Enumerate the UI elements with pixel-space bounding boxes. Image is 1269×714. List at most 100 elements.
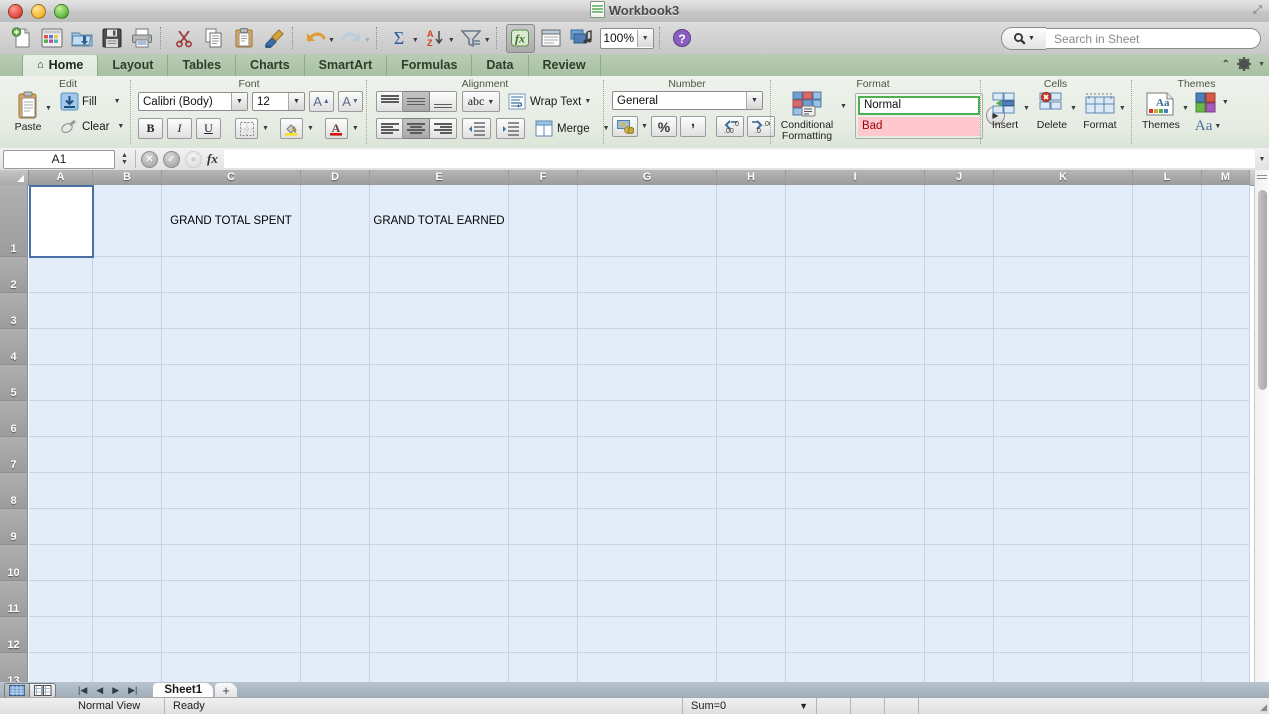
align-top-button[interactable] bbox=[376, 91, 403, 112]
cell-F9[interactable] bbox=[509, 509, 578, 545]
cell-L3[interactable] bbox=[1133, 293, 1202, 329]
cell-A5[interactable] bbox=[29, 365, 93, 401]
help-question-icon[interactable]: ? bbox=[669, 25, 696, 52]
cell-I3[interactable] bbox=[786, 293, 925, 329]
cell-B10[interactable] bbox=[93, 545, 162, 581]
cell-M7[interactable] bbox=[1202, 437, 1250, 473]
cell-K5[interactable] bbox=[994, 365, 1133, 401]
status-sum[interactable]: Sum=0 ▼ bbox=[683, 698, 817, 714]
cell-D4[interactable] bbox=[301, 329, 370, 365]
row-header-1[interactable]: 1 bbox=[0, 185, 28, 257]
cell-B2[interactable] bbox=[93, 257, 162, 293]
wrap-text-dropdown-icon[interactable]: ▼ bbox=[584, 98, 591, 105]
cell-H4[interactable] bbox=[717, 329, 786, 365]
align-center-button[interactable] bbox=[403, 118, 430, 139]
format-dropdown-icon[interactable]: ▼ bbox=[1119, 105, 1126, 112]
cell-J3[interactable] bbox=[925, 293, 994, 329]
cell-G11[interactable] bbox=[578, 581, 717, 617]
cell-H3[interactable] bbox=[717, 293, 786, 329]
align-left-button[interactable] bbox=[376, 118, 403, 139]
percent-button[interactable]: % bbox=[650, 116, 677, 137]
cell-I7[interactable] bbox=[786, 437, 925, 473]
cell-F7[interactable] bbox=[509, 437, 578, 473]
theme-fonts-dropdown-icon[interactable]: ▼ bbox=[1214, 123, 1221, 130]
cell-K10[interactable] bbox=[994, 545, 1133, 581]
cell-I9[interactable] bbox=[786, 509, 925, 545]
cell-F12[interactable] bbox=[509, 617, 578, 653]
cell-K2[interactable] bbox=[994, 257, 1133, 293]
cell-D13[interactable] bbox=[301, 653, 370, 684]
increase-decimal-icon[interactable]: .00.0 bbox=[715, 116, 744, 137]
cell-F11[interactable] bbox=[509, 581, 578, 617]
cell-B4[interactable] bbox=[93, 329, 162, 365]
column-header-J[interactable]: J bbox=[925, 170, 994, 185]
cell-D6[interactable] bbox=[301, 401, 370, 437]
conditional-formatting-dropdown-icon[interactable]: ▼ bbox=[840, 103, 847, 110]
cell-I8[interactable] bbox=[786, 473, 925, 509]
first-sheet-icon[interactable]: |◀ bbox=[78, 685, 87, 696]
cell-K13[interactable] bbox=[994, 653, 1133, 684]
column-header-C[interactable]: C bbox=[162, 170, 301, 185]
autosum-dropdown-icon[interactable]: ▼ bbox=[412, 37, 419, 44]
filter-dropdown-icon[interactable]: ▼ bbox=[484, 37, 491, 44]
number-format-select[interactable]: General ▼ bbox=[612, 91, 763, 110]
cell-L6[interactable] bbox=[1133, 401, 1202, 437]
cell-B6[interactable] bbox=[93, 401, 162, 437]
row-header-10[interactable]: 10 bbox=[0, 545, 28, 581]
cell-F5[interactable] bbox=[509, 365, 578, 401]
cell-M11[interactable] bbox=[1202, 581, 1250, 617]
style-normal[interactable]: Normal bbox=[857, 96, 980, 115]
style-bad[interactable]: Bad bbox=[857, 117, 980, 136]
cell-C2[interactable] bbox=[162, 257, 301, 293]
font-size-dropdown-icon[interactable]: ▼ bbox=[288, 93, 304, 110]
currency-dropdown-icon[interactable]: ▼ bbox=[641, 123, 648, 130]
cell-A2[interactable] bbox=[29, 257, 93, 293]
align-middle-button[interactable] bbox=[403, 91, 430, 112]
cell-A9[interactable] bbox=[29, 509, 93, 545]
italic-button[interactable]: I bbox=[167, 118, 192, 139]
align-bottom-button[interactable] bbox=[430, 91, 457, 112]
cell-C11[interactable] bbox=[162, 581, 301, 617]
cell-E5[interactable] bbox=[370, 365, 509, 401]
cell-J6[interactable] bbox=[925, 401, 994, 437]
cell-L10[interactable] bbox=[1133, 545, 1202, 581]
cell-I11[interactable] bbox=[786, 581, 925, 617]
cell-J12[interactable] bbox=[925, 617, 994, 653]
theme-colors-icon[interactable] bbox=[1195, 92, 1219, 113]
expand-icon[interactable]: ⤢ bbox=[1251, 4, 1264, 17]
fill-color-dropdown-icon[interactable]: ▼ bbox=[307, 125, 314, 132]
themes-button[interactable]: Aa Themes bbox=[1142, 91, 1180, 131]
column-header-F[interactable]: F bbox=[509, 170, 578, 185]
cell-K1[interactable] bbox=[994, 185, 1133, 257]
increase-indent-button[interactable] bbox=[496, 118, 525, 139]
cell-J10[interactable] bbox=[925, 545, 994, 581]
cell-H5[interactable] bbox=[717, 365, 786, 401]
cell-G2[interactable] bbox=[578, 257, 717, 293]
cell-H10[interactable] bbox=[717, 545, 786, 581]
save-floppy-icon[interactable] bbox=[98, 25, 125, 52]
cell-K6[interactable] bbox=[994, 401, 1133, 437]
cell-K3[interactable] bbox=[994, 293, 1133, 329]
row-header-11[interactable]: 11 bbox=[0, 581, 28, 617]
cell-D7[interactable] bbox=[301, 437, 370, 473]
delete-dropdown-icon[interactable]: ▼ bbox=[1070, 105, 1077, 112]
cell-L9[interactable] bbox=[1133, 509, 1202, 545]
cell-G7[interactable] bbox=[578, 437, 717, 473]
cell-L1[interactable] bbox=[1133, 185, 1202, 257]
cell-C4[interactable] bbox=[162, 329, 301, 365]
row-header-13[interactable]: 13 bbox=[0, 653, 28, 684]
row-header-8[interactable]: 8 bbox=[0, 473, 28, 509]
cell-J9[interactable] bbox=[925, 509, 994, 545]
cell-B7[interactable] bbox=[93, 437, 162, 473]
cell-M3[interactable] bbox=[1202, 293, 1250, 329]
shrink-font-button[interactable]: A ▼ bbox=[338, 91, 363, 112]
cell-H11[interactable] bbox=[717, 581, 786, 617]
cell-M10[interactable] bbox=[1202, 545, 1250, 581]
cell-K11[interactable] bbox=[994, 581, 1133, 617]
themes-dropdown-icon[interactable]: ▼ bbox=[1182, 105, 1189, 112]
column-header-K[interactable]: K bbox=[994, 170, 1133, 185]
cell-styles-gallery[interactable]: Normal Bad bbox=[854, 93, 983, 139]
sigma-icon[interactable]: Σ bbox=[386, 25, 413, 52]
fill-button[interactable]: Fill ▼ bbox=[60, 92, 124, 111]
cell-L11[interactable] bbox=[1133, 581, 1202, 617]
